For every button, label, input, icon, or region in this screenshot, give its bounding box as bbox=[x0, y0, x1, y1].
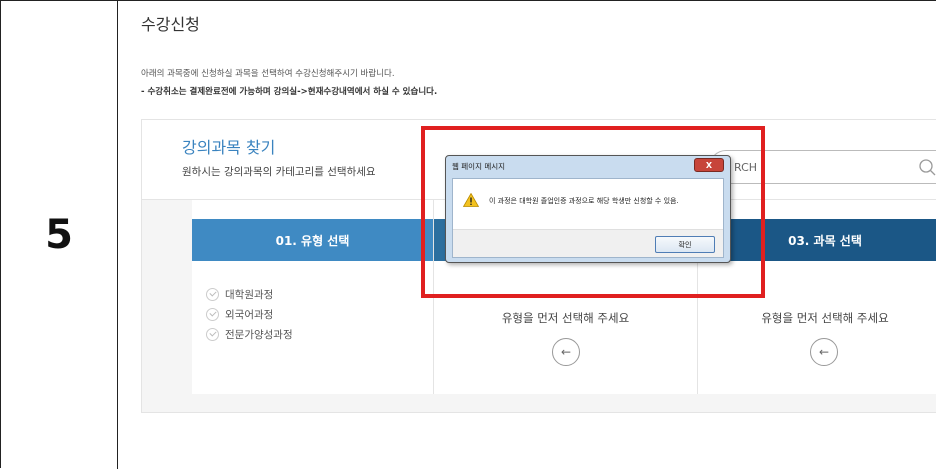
warning-icon bbox=[463, 193, 479, 207]
course-column: 03. 과목 선택 유형을 먼저 선택해 주세요 ← bbox=[698, 200, 936, 394]
screenshot-area: 수강신청 아래의 과목중에 신청하실 과목을 선택하여 수강신청해주시기 바랍니… bbox=[119, 1, 936, 469]
notice-line: - 수강취소는 결제완료전에 가능하며 강의실->현재수강내역에서 하실 수 있… bbox=[141, 87, 438, 97]
step-frame: 5 수강신청 아래의 과목중에 신청하실 과목을 선택하여 수강신청해주시기 바… bbox=[0, 0, 936, 469]
finder-subtitle: 원하시는 강의과목의 카테고리를 선택하세요 bbox=[182, 166, 376, 178]
dialog-message: 이 과정은 대학원 졸업인증 과정으로 해당 학생만 신청할 수 있음. bbox=[489, 197, 679, 205]
dialog-footer: 확인 bbox=[453, 229, 723, 257]
finder-title: 강의과목 찾기 bbox=[182, 138, 276, 157]
type-column: 01. 유형 선택 대학원과정 외국어과정 전문가양성과정 bbox=[192, 200, 434, 394]
type-list: 대학원과정 외국어과정 전문가양성과정 bbox=[206, 284, 293, 344]
check-circle-icon bbox=[206, 287, 219, 301]
type-item-label: 외국어과정 bbox=[225, 308, 274, 321]
type-item[interactable]: 대학원과정 bbox=[206, 284, 293, 304]
message-dialog: 웹 페이지 메시지 X 이 과정은 대학원 졸업인증 과정으로 해당 학생만 신… bbox=[445, 155, 731, 263]
type-item[interactable]: 전문가양성과정 bbox=[206, 324, 293, 344]
select-type-hint: 유형을 먼저 선택해 주세요 bbox=[761, 311, 889, 325]
search-input[interactable]: RCH bbox=[709, 150, 936, 184]
select-type-hint: 유형을 먼저 선택해 주세요 bbox=[501, 311, 630, 325]
arrow-left-icon[interactable]: ← bbox=[552, 338, 580, 366]
step-column: 5 bbox=[1, 1, 118, 469]
arrow-left-icon[interactable]: ← bbox=[810, 338, 838, 366]
notice-line: 아래의 과목중에 신청하실 과목을 선택하여 수강신청해주시기 바랍니다. bbox=[141, 69, 395, 79]
type-item-label: 대학원과정 bbox=[225, 288, 274, 301]
step-number: 5 bbox=[45, 212, 73, 258]
close-button[interactable]: X bbox=[694, 158, 724, 172]
column-header-type: 01. 유형 선택 bbox=[192, 219, 433, 261]
page-title: 수강신청 bbox=[141, 15, 200, 34]
search-icon[interactable] bbox=[917, 157, 936, 179]
check-circle-icon bbox=[206, 327, 219, 341]
search-input-text: RCH bbox=[734, 161, 758, 174]
check-circle-icon bbox=[206, 307, 219, 321]
dialog-title: 웹 페이지 메시지 bbox=[452, 162, 506, 171]
column-header-course: 03. 과목 선택 bbox=[698, 219, 936, 261]
type-item-label: 전문가양성과정 bbox=[225, 328, 293, 341]
dialog-body: 이 과정은 대학원 졸업인증 과정으로 해당 학생만 신청할 수 있음. 확인 bbox=[452, 178, 724, 258]
type-item[interactable]: 외국어과정 bbox=[206, 304, 293, 324]
ok-button[interactable]: 확인 bbox=[655, 236, 715, 253]
